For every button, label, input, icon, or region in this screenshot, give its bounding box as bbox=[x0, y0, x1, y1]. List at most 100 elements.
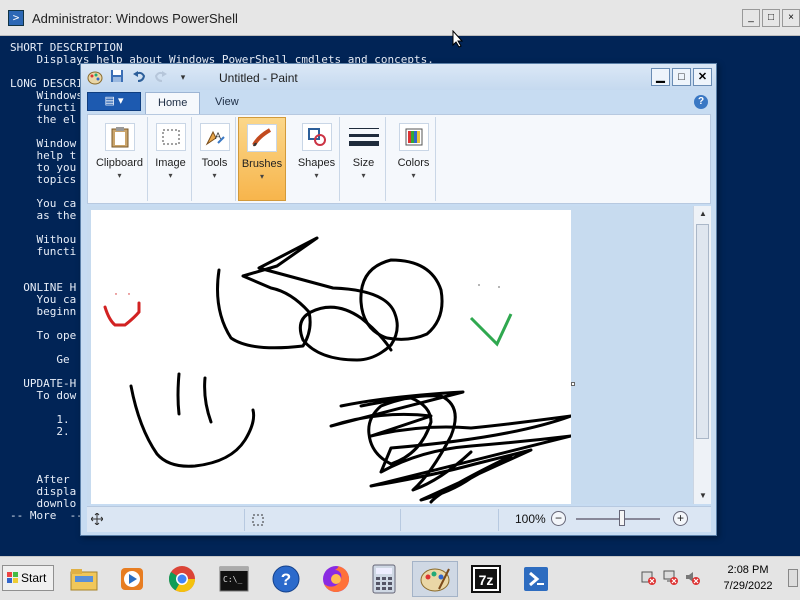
ribbon-group-label: Brushes bbox=[241, 158, 283, 170]
brushes-icon bbox=[247, 124, 277, 152]
paint-statusbar: 100% − + bbox=[87, 506, 711, 532]
zoom-slider-thumb[interactable] bbox=[619, 510, 625, 526]
redo-icon[interactable] bbox=[153, 69, 169, 85]
paint-app-icon bbox=[87, 69, 103, 85]
ribbon-group-label: Tools bbox=[201, 157, 228, 169]
mouse-cursor-icon bbox=[452, 30, 464, 48]
tab-view[interactable]: View bbox=[203, 92, 251, 114]
chevron-down-icon: ▾ bbox=[361, 171, 366, 180]
size-icon bbox=[348, 123, 379, 151]
zoom-out-button[interactable]: − bbox=[551, 511, 566, 526]
ribbon-group-size[interactable]: Size ▾ bbox=[342, 117, 386, 201]
start-button[interactable]: Start bbox=[2, 565, 54, 591]
taskbar-clock[interactable]: 2:08 PM 7/29/2022 bbox=[716, 562, 780, 594]
red-face-drawing bbox=[103, 293, 141, 327]
undo-icon[interactable] bbox=[131, 69, 147, 85]
taskbar-media-player[interactable] bbox=[112, 561, 152, 597]
customize-qat-chevron-down-icon[interactable]: ▾ bbox=[175, 69, 191, 85]
scroll-up-icon[interactable]: ▲ bbox=[694, 206, 712, 222]
start-label: Start bbox=[21, 571, 47, 585]
command-prompt-icon: C:\_ bbox=[219, 566, 249, 592]
black-strokes-drawing bbox=[129, 236, 571, 504]
action-center-warning-icon[interactable] bbox=[640, 569, 656, 585]
powershell-icon: > bbox=[8, 10, 24, 26]
ribbon-tabs: ▤ ▾ Home View ? bbox=[81, 90, 716, 114]
ribbon-group-label: Size bbox=[352, 157, 375, 169]
powershell-maximize-button[interactable]: □ bbox=[762, 9, 780, 27]
zoom-in-button[interactable]: + bbox=[673, 511, 688, 526]
taskbar-firefox[interactable] bbox=[316, 561, 356, 597]
taskbar-chrome[interactable] bbox=[162, 561, 202, 597]
green-checkmark-drawing bbox=[469, 284, 513, 347]
calculator-icon bbox=[372, 564, 396, 594]
7zip-icon: 7z bbox=[471, 565, 501, 593]
zoom-level-label: 100% bbox=[515, 512, 546, 526]
ribbon-group-shapes[interactable]: Shapes ▾ bbox=[294, 117, 340, 201]
clipboard-icon bbox=[104, 123, 135, 151]
powershell-close-button[interactable]: × bbox=[782, 9, 800, 27]
ribbon-group-label: Image bbox=[155, 157, 186, 169]
svg-text:C:\_: C:\_ bbox=[223, 575, 242, 584]
image-select-icon bbox=[155, 123, 186, 151]
volume-muted-icon[interactable] bbox=[684, 569, 700, 585]
ribbon-group-tools[interactable]: A Tools ▾ bbox=[194, 117, 236, 201]
ribbon-group-brushes[interactable]: Brushes ▾ bbox=[238, 117, 286, 201]
chevron-down-icon: ▾ bbox=[314, 171, 319, 180]
canvas-resize-handle[interactable] bbox=[571, 382, 575, 386]
tools-icon: A bbox=[199, 123, 230, 151]
chevron-down-icon: ▾ bbox=[117, 171, 122, 180]
svg-text:?: ? bbox=[281, 570, 291, 589]
save-icon[interactable] bbox=[109, 69, 125, 85]
windows-logo-icon bbox=[7, 572, 18, 583]
taskbar-calculator[interactable] bbox=[364, 561, 404, 597]
help-icon[interactable]: ? bbox=[694, 95, 708, 109]
paint-file-menu-button[interactable]: ▤ ▾ bbox=[87, 92, 141, 111]
paint-titlebar[interactable]: ▾ Untitled - Paint ▁ □ ✕ bbox=[81, 64, 716, 90]
taskbar-paint[interactable] bbox=[412, 561, 458, 597]
taskbar-7zip[interactable]: 7z bbox=[466, 561, 506, 597]
powershell-minimize-button[interactable]: _ bbox=[742, 9, 760, 27]
chevron-down-icon: ▾ bbox=[212, 171, 217, 180]
ribbon-group-colors[interactable]: Colors ▾ bbox=[392, 117, 436, 201]
media-player-icon bbox=[121, 568, 143, 590]
chevron-down-icon: ▾ bbox=[259, 172, 264, 181]
paint-minimize-button[interactable]: ▁ bbox=[651, 68, 670, 86]
zoom-slider-track[interactable] bbox=[576, 518, 660, 520]
paint-maximize-button[interactable]: □ bbox=[672, 68, 691, 86]
ribbon-group-image[interactable]: Image ▾ bbox=[150, 117, 192, 201]
powershell-icon bbox=[524, 567, 548, 591]
taskbar-command-prompt[interactable]: C:\_ bbox=[214, 561, 254, 597]
ribbon-group-label: Shapes bbox=[297, 157, 336, 169]
ribbon-group-label: Colors bbox=[397, 157, 430, 169]
ribbon-group-label: Clipboard bbox=[95, 157, 144, 169]
vertical-scrollbar[interactable]: ▲ ▼ bbox=[693, 206, 711, 504]
paint-close-button[interactable]: ✕ bbox=[693, 68, 712, 86]
scrollbar-thumb[interactable] bbox=[696, 224, 709, 439]
network-warning-icon[interactable] bbox=[662, 569, 678, 585]
scroll-down-icon[interactable]: ▼ bbox=[694, 488, 712, 504]
ribbon-home: Clipboard ▾ Image ▾ A Tools ▾ Brushes ▾ bbox=[87, 114, 711, 204]
firefox-icon bbox=[323, 566, 349, 592]
ribbon-group-clipboard[interactable]: Clipboard ▾ bbox=[92, 117, 148, 201]
svg-text:7z: 7z bbox=[479, 572, 494, 588]
show-desktop-button[interactable] bbox=[788, 569, 798, 587]
selection-size-cell bbox=[247, 509, 401, 531]
paint-title: Untitled - Paint bbox=[219, 71, 298, 85]
drawing-canvas[interactable] bbox=[91, 210, 571, 504]
tab-home[interactable]: Home bbox=[145, 92, 201, 114]
taskbar-file-explorer[interactable] bbox=[64, 561, 104, 597]
powershell-title: Administrator: Windows PowerShell bbox=[32, 11, 238, 26]
clock-time: 2:08 PM bbox=[727, 564, 769, 576]
paint-window: ▾ Untitled - Paint ▁ □ ✕ ▤ ▾ Home View ?… bbox=[80, 63, 717, 536]
system-tray bbox=[640, 569, 700, 585]
taskbar-powershell[interactable] bbox=[516, 561, 556, 597]
file-explorer-icon bbox=[70, 569, 98, 591]
chevron-down-icon: ▾ bbox=[411, 171, 416, 180]
cursor-position-icon bbox=[91, 513, 103, 525]
shapes-icon bbox=[301, 123, 332, 151]
taskbar: Start C:\_ ? 7z 2:08 PM 7/29/2022 bbox=[0, 556, 800, 600]
cursor-position-cell bbox=[87, 509, 245, 531]
powershell-titlebar[interactable]: > Administrator: Windows PowerShell _ □ … bbox=[0, 0, 800, 36]
paint-icon bbox=[420, 568, 450, 592]
taskbar-help[interactable]: ? bbox=[266, 561, 306, 597]
